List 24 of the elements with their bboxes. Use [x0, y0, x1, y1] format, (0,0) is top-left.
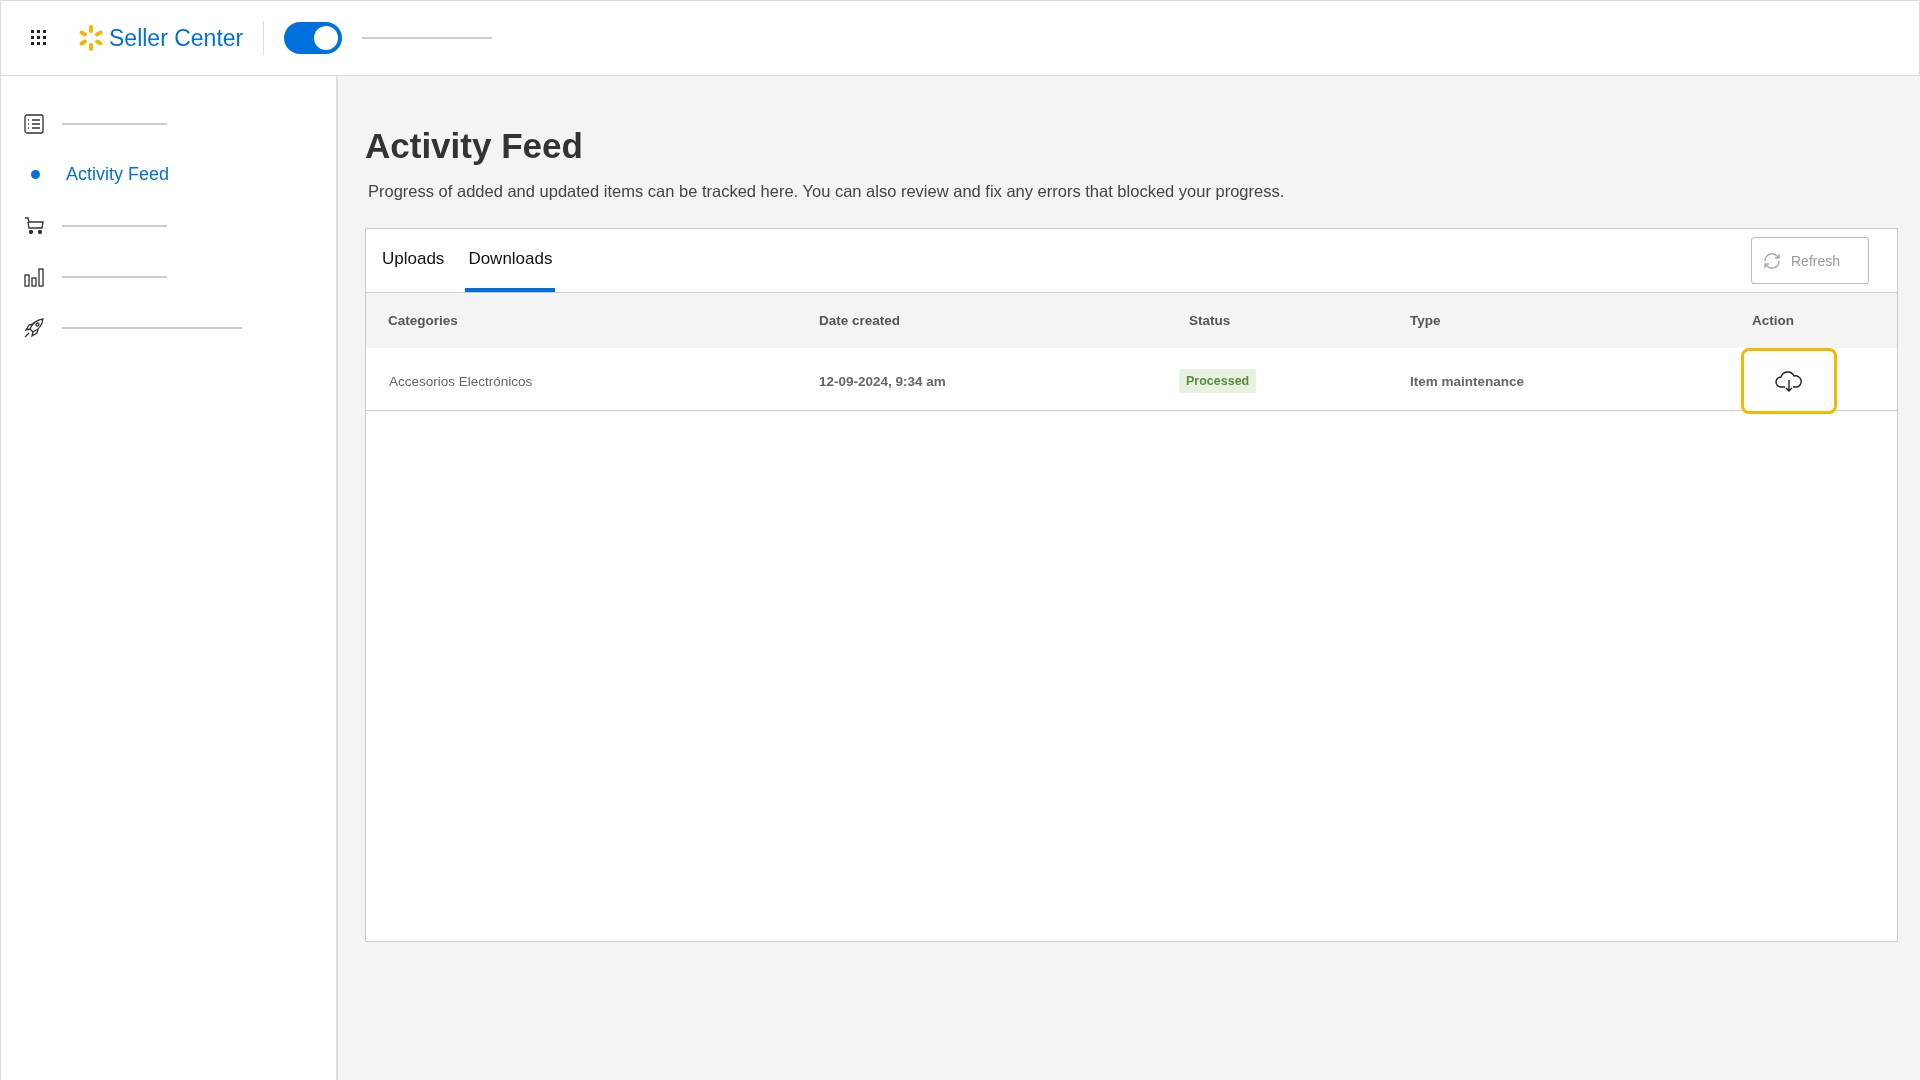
- bar-chart-icon[interactable]: [24, 266, 44, 287]
- spark-logo-icon: [77, 24, 105, 52]
- page-title: Activity Feed: [365, 126, 584, 166]
- column-header: Categories: [387, 313, 459, 328]
- table-cell-text: 12-09-2024, 9:34 am: [818, 373, 947, 389]
- toggle-switch[interactable]: [284, 22, 343, 54]
- download-button[interactable]: [1741, 348, 1837, 414]
- tab[interactable]: Uploads: [379, 229, 448, 292]
- cloud-download-icon: [1775, 370, 1803, 392]
- rocket-icon[interactable]: [24, 317, 44, 338]
- column-header: Status: [1188, 313, 1232, 328]
- status-badge: Processed: [1179, 369, 1257, 393]
- column-header: Date created: [818, 313, 902, 328]
- brand-name: Seller Center: [109, 24, 244, 52]
- page-description: Progress of added and updated items can be tracked here. You can also review and fix any errors that blocked your progress.: [368, 182, 1286, 201]
- refresh-icon: [1762, 250, 1782, 271]
- nav-link[interactable]: Activity Feed: [66, 164, 170, 185]
- column-header: Type: [1409, 313, 1442, 328]
- app-grid-icon[interactable]: [31, 30, 47, 46]
- table-cell-text: Item maintenance: [1409, 373, 1526, 389]
- list-icon[interactable]: [24, 113, 44, 134]
- cart-icon[interactable]: [24, 216, 44, 235]
- column-header: Action: [1751, 313, 1795, 328]
- table-cell-text: Accesorios Electrónicos: [388, 373, 534, 389]
